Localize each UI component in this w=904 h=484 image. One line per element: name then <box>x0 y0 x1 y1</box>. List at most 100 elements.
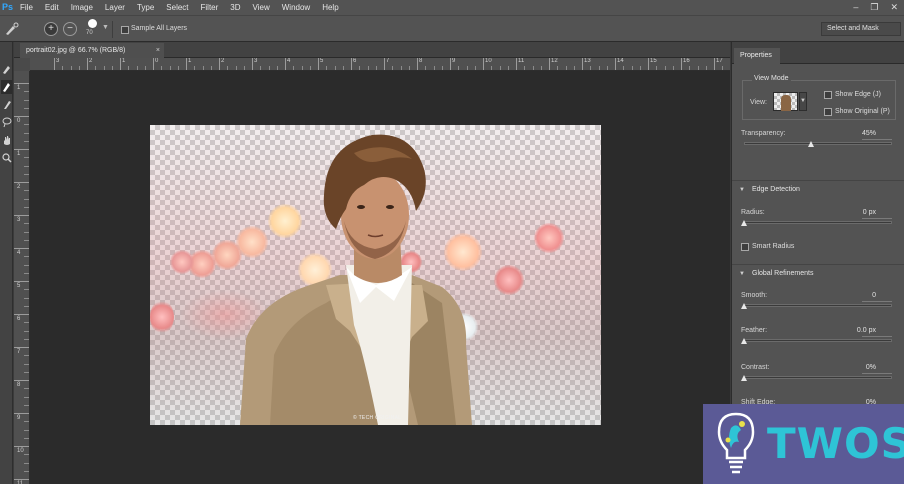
refine-edge-brush-tool[interactable] <box>1 80 12 94</box>
ruler-minor-tick <box>24 454 29 456</box>
radius-value[interactable]: 0 px <box>863 209 876 216</box>
document-area: portrait02.jpg @ 66.7% (RGB/8) × 3210123… <box>14 42 730 484</box>
brush-preview-icon[interactable] <box>88 19 97 28</box>
smart-radius-checkbox[interactable] <box>741 243 749 251</box>
ruler-label: 10 <box>17 448 24 454</box>
minimize-icon[interactable]: – <box>853 0 858 15</box>
ruler-label: 9 <box>17 415 21 421</box>
ruler-minor-tick <box>24 272 29 274</box>
ruler-minor-tick <box>24 437 29 439</box>
image-caption: © TECH ORIGINAL <box>353 415 402 421</box>
feather-value[interactable]: 0.0 px <box>857 327 876 334</box>
portrait-image[interactable]: © TECH ORIGINAL <box>150 125 601 425</box>
ruler-minor-tick <box>524 66 526 70</box>
transparency-value[interactable]: 45% <box>862 130 876 137</box>
edge-detection-header[interactable]: Edge Detection <box>752 186 800 193</box>
menu-filter[interactable]: Filter <box>195 0 225 15</box>
ruler-minor-tick <box>458 66 460 70</box>
view-mode-thumbnail[interactable] <box>773 92 798 111</box>
ruler-minor-tick <box>24 157 29 159</box>
ruler-tick <box>186 58 187 70</box>
ruler-minor-tick <box>24 371 29 373</box>
ruler-minor-tick <box>408 66 410 70</box>
ruler-label: 6 <box>353 58 357 64</box>
ruler-label: 6 <box>17 316 21 322</box>
ruler-label: 3 <box>254 58 258 64</box>
ruler-label: 4 <box>17 250 21 256</box>
ruler-tick <box>14 281 29 282</box>
zoom-tool[interactable] <box>1 152 12 166</box>
value-underline <box>862 301 892 302</box>
chevron-down-icon[interactable]: ▼ <box>102 24 109 31</box>
ruler-tick <box>648 58 649 70</box>
lasso-tool[interactable] <box>1 116 12 130</box>
restore-icon[interactable]: ❐ <box>870 0 878 15</box>
close-tab-icon[interactable]: × <box>156 43 160 58</box>
ruler-label: 12 <box>551 58 558 64</box>
brush-tool[interactable] <box>1 98 12 112</box>
view-mode-title: View Mode <box>752 75 791 82</box>
menu-file[interactable]: File <box>14 0 39 15</box>
ruler-minor-tick <box>375 66 377 70</box>
transparency-label: Transparency: <box>741 130 786 137</box>
quick-selection-tool[interactable] <box>1 62 12 76</box>
menu-select[interactable]: Select <box>160 0 194 15</box>
menu-window[interactable]: Window <box>276 0 316 15</box>
contrast-slider-thumb[interactable] <box>741 375 747 381</box>
show-edge-checkbox[interactable] <box>824 91 832 99</box>
ruler-minor-tick <box>24 99 29 101</box>
transparency-slider-thumb[interactable] <box>807 141 814 147</box>
smooth-slider-thumb[interactable] <box>741 303 747 309</box>
menu-3d[interactable]: 3D <box>224 0 246 15</box>
chevron-down-icon[interactable]: ▼ <box>799 92 807 111</box>
ruler-label: 0 <box>155 58 159 64</box>
add-to-selection-icon[interactable]: + <box>44 22 58 36</box>
options-bar: + − 70 ▼ Sample All Layers Select and Ma… <box>0 15 904 42</box>
ruler-minor-tick <box>400 66 402 70</box>
close-icon[interactable]: ✕ <box>890 0 898 15</box>
ruler-minor-tick <box>697 66 699 70</box>
ruler-minor-tick <box>24 190 29 192</box>
menu-view[interactable]: View <box>247 0 276 15</box>
ruler-minor-tick <box>24 132 29 134</box>
sample-all-layers-label: Sample All Layers <box>131 25 188 32</box>
quick-selection-tool-icon[interactable] <box>4 22 20 36</box>
subtract-from-selection-icon[interactable]: − <box>63 22 77 36</box>
select-and-mask-button[interactable]: Select and Mask <box>821 22 901 36</box>
feather-slider-thumb[interactable] <box>741 338 747 344</box>
chevron-down-icon[interactable]: ▼ <box>739 187 745 193</box>
feather-slider[interactable] <box>744 339 892 342</box>
menu-layer[interactable]: Layer <box>99 0 131 15</box>
ruler-tick <box>14 314 29 315</box>
menu-type[interactable]: Type <box>131 0 160 15</box>
menu-image[interactable]: Image <box>65 0 99 15</box>
hand-tool[interactable] <box>1 134 12 148</box>
tab-properties[interactable]: Properties <box>734 48 780 64</box>
ruler-minor-tick <box>24 462 29 464</box>
ruler-minor-tick <box>24 388 29 390</box>
radius-slider-thumb[interactable] <box>741 220 747 226</box>
ruler-minor-tick <box>590 66 592 70</box>
menu-edit[interactable]: Edit <box>39 0 65 15</box>
ruler-minor-tick <box>598 66 600 70</box>
ruler-corner <box>14 58 30 71</box>
smooth-value[interactable]: 0 <box>872 292 876 299</box>
horizontal-ruler: 3 2 1 0 1 2 3 4 5 6 7 8 9 10 11 12 13 14 15 16 17 <box>30 58 730 71</box>
ruler-label: 10 <box>485 58 492 64</box>
ruler-minor-tick <box>24 107 29 109</box>
global-refinements-header[interactable]: Global Refinements <box>752 270 813 277</box>
menu-help[interactable]: Help <box>316 0 344 15</box>
show-original-checkbox[interactable] <box>824 108 832 116</box>
ruler-label: 11 <box>518 58 525 64</box>
contrast-slider[interactable] <box>744 376 892 379</box>
document-tab[interactable]: portrait02.jpg @ 66.7% (RGB/8) × <box>20 43 164 58</box>
contrast-value[interactable]: 0% <box>866 364 876 371</box>
radius-slider[interactable] <box>744 221 892 224</box>
chevron-down-icon[interactable]: ▼ <box>739 271 745 277</box>
transparency-slider[interactable] <box>744 142 892 145</box>
ruler-label: 15 <box>650 58 657 64</box>
smooth-slider[interactable] <box>744 304 892 307</box>
ruler-label: 5 <box>320 58 324 64</box>
sample-all-layers-checkbox[interactable] <box>121 26 129 34</box>
ruler-tick <box>54 58 55 70</box>
